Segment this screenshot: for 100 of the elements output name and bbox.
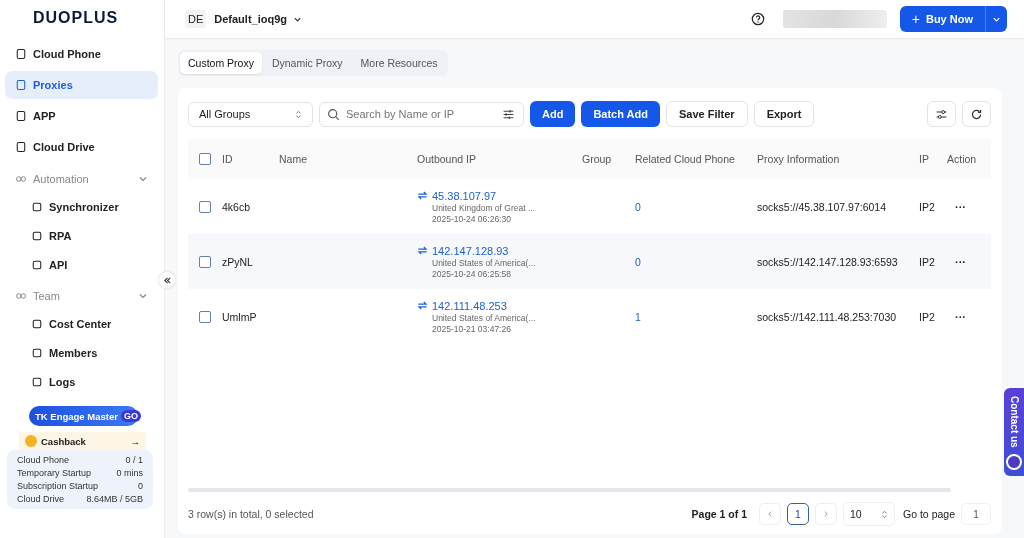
toolbar-button[interactable]: Export — [753, 101, 815, 127]
search-icon — [327, 107, 340, 121]
nav-icon — [31, 317, 43, 330]
group-icon — [15, 173, 27, 185]
ip-link[interactable]: 142.147.128.93 — [432, 244, 509, 257]
page-info: Page 1 of 1 — [691, 508, 748, 520]
nav-icon — [31, 200, 43, 213]
nav-icon — [31, 346, 43, 359]
sidebar-group[interactable]: Automation — [5, 166, 158, 192]
usage-value: 0 — [138, 481, 143, 491]
workspace-badge: DE — [185, 10, 207, 28]
group-icon — [15, 290, 27, 302]
sidebar-item[interactable]: Cloud Drive — [5, 132, 158, 161]
sidebar-item[interactable]: Synchronizer — [5, 193, 158, 220]
sidebar-group[interactable]: Team — [5, 283, 158, 309]
refresh-icon-button[interactable] — [962, 101, 991, 127]
sidebar-item[interactable]: APP — [5, 101, 158, 130]
select-all-checkbox[interactable] — [199, 153, 211, 165]
sidebar-item[interactable]: API — [5, 251, 158, 278]
help-icon[interactable] — [750, 12, 765, 26]
arrow-icon: → — [130, 435, 140, 447]
search-field[interactable]: Search by Name or IP — [319, 101, 524, 127]
row-checkbox[interactable] — [199, 255, 211, 268]
time-text: 2025-10-24 06:25:58 — [431, 268, 511, 279]
usage-value: 0 mins — [116, 468, 143, 478]
contact-us-tab[interactable]: Contact us — [1004, 388, 1024, 476]
usage-label: Cloud Phone — [17, 455, 70, 465]
cashback-banner[interactable]: Cashback → — [19, 432, 146, 450]
workspace-selector[interactable]: Default_ioq9g — [214, 13, 302, 25]
buy-now-button[interactable]: + Buy Now — [899, 6, 985, 32]
go-to-page-label: Go to page — [903, 508, 955, 520]
nav-icon — [15, 47, 27, 60]
logo: DUOPLUS — [32, 8, 120, 28]
refresh-icon — [970, 107, 983, 121]
ip-link[interactable]: 142.111.48.253 — [432, 299, 507, 312]
row-summary: 3 row(s) in total, 0 selected — [188, 508, 314, 520]
nav-icon — [31, 258, 43, 271]
coin-icon — [25, 435, 37, 447]
collapse-sidebar-icon[interactable] — [159, 272, 175, 288]
more-actions-button[interactable]: ··· — [947, 200, 966, 213]
row-checkbox[interactable] — [199, 310, 211, 323]
table-cell: socks5://142.147.128.93:6593 — [757, 255, 898, 268]
table-cell: socks5://45.38.107.97:6014 — [757, 200, 886, 213]
sidebar-item[interactable]: Proxies — [5, 70, 158, 99]
usage-label: Cloud Drive — [17, 494, 65, 504]
toolbar-button[interactable]: Save Filter — [666, 101, 748, 127]
swap-icon[interactable] — [417, 190, 428, 201]
toolbar-button[interactable]: Batch Add — [581, 101, 660, 127]
column-header: Name — [279, 153, 308, 165]
chevron-icon — [138, 174, 148, 184]
sidebar-item[interactable]: Cost Center — [5, 310, 158, 337]
tab[interactable]: More Resources — [352, 52, 446, 74]
time-text: 2025-10-24 06:26:30 — [431, 213, 511, 224]
nav-icon — [31, 229, 43, 242]
table-cell: UmlmP — [222, 310, 257, 323]
ip-link[interactable]: 45.38.107.97 — [432, 189, 497, 202]
country-text: United States of America(... — [431, 257, 536, 268]
column-header: Group — [582, 153, 613, 165]
chevron-icon — [138, 291, 148, 301]
time-text: 2025-10-21 03:47:26 — [431, 323, 511, 334]
column-header: Proxy Information — [757, 153, 841, 165]
sidebar-item[interactable]: RPA — [5, 222, 158, 249]
table-cell: 4k6cb — [222, 200, 251, 213]
usage-label: Temporary Startup — [17, 468, 92, 478]
sidebar-item[interactable]: Logs — [5, 368, 158, 395]
sidebar-item[interactable]: Cloud Phone — [5, 39, 158, 68]
nav-icon — [31, 375, 43, 388]
more-actions-button[interactable]: ··· — [947, 255, 966, 268]
tab[interactable]: Custom Proxy — [180, 52, 262, 74]
related-count-link[interactable]: 0 — [635, 255, 641, 268]
usage-value: 8.64MB / 5GB — [86, 494, 143, 504]
swap-icon[interactable] — [417, 245, 428, 256]
promo-banner[interactable]: TK Engage Master GO — [29, 406, 138, 426]
related-count-link[interactable]: 1 — [635, 310, 641, 323]
tab[interactable]: Dynamic Proxy — [263, 52, 351, 74]
sidebar-item[interactable]: Members — [5, 339, 158, 366]
filter-icon[interactable] — [502, 107, 515, 121]
row-checkbox[interactable] — [199, 200, 211, 213]
page-size-select[interactable]: 10 — [843, 502, 896, 526]
sliders-icon — [935, 107, 948, 121]
related-count-link[interactable]: 0 — [635, 200, 641, 213]
swap-icon[interactable] — [417, 300, 428, 311]
nav-icon — [15, 78, 27, 91]
cashback-label: Cashback — [41, 435, 87, 447]
settings-icon-button[interactable] — [927, 101, 956, 127]
column-header: IP — [919, 153, 930, 165]
plus-icon: + — [911, 11, 920, 27]
table-cell: socks5://142.111.48.253:7030 — [757, 310, 897, 323]
column-header: ID — [222, 153, 234, 165]
sort-caret-icon — [295, 109, 302, 119]
group-select[interactable]: All Groups — [188, 101, 313, 127]
go-to-page-field[interactable]: 1 — [961, 503, 991, 525]
buy-dropdown-button[interactable] — [985, 6, 1007, 32]
nav-icon — [15, 109, 27, 122]
nav-icon — [15, 140, 27, 153]
more-actions-button[interactable]: ··· — [947, 310, 966, 323]
country-text: United States of America(... — [431, 312, 536, 323]
toolbar-button[interactable]: Add — [530, 101, 576, 127]
usage-value: 0 / 1 — [125, 455, 143, 465]
page-button[interactable]: 1 — [787, 503, 810, 525]
